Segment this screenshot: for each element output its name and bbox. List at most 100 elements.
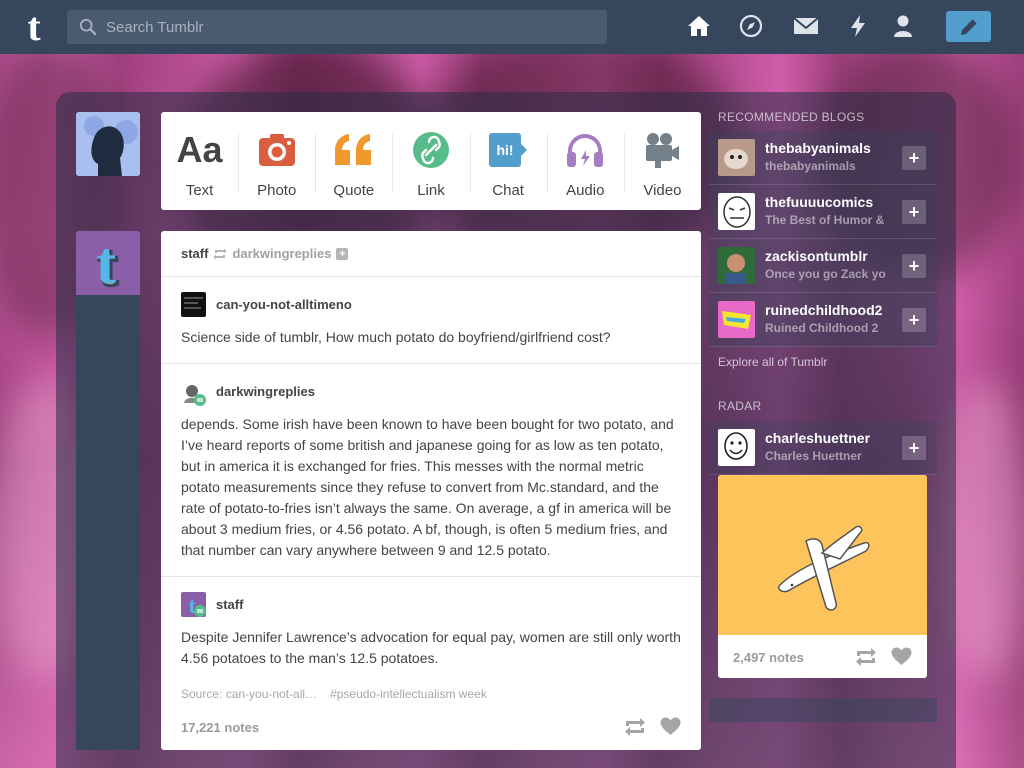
search-input[interactable] [106,18,586,36]
post-type-label: Quote [333,182,375,199]
staff-avatar-strip [76,295,140,750]
blog-avatar[interactable] [181,381,206,406]
post-type-link[interactable]: Link [392,112,469,210]
post-source-link[interactable]: Source: can-you-not-all… [181,687,317,701]
reblog-blog-name[interactable]: darkwingreplies [216,384,315,399]
reblog-blog-name[interactable]: staff [216,597,243,612]
chat-icon: hi! [489,133,528,167]
post-type-label: Audio [566,182,605,199]
follow-button[interactable]: + [902,254,926,278]
compose-button[interactable] [946,11,991,42]
post-card: staff darkwingreplies + can-you-not-allt… [161,231,701,750]
recommended-blog-item[interactable]: ruinedchildhood2 Ruined Childhood 2 + [709,293,937,347]
reblog-text: depends. Some irish have been known to h… [181,416,674,558]
reblog-text: Despite Jennifer Lawrence’s advocation f… [181,629,681,666]
post-type-label: Text [185,182,214,199]
recommended-blog-item[interactable]: thefuuuucomics The Best of Humor & + [709,185,937,239]
radar-post-image [718,475,927,635]
blog-subtitle: Ruined Childhood 2 [765,321,879,335]
reblog-icon[interactable] [624,717,646,737]
recommended-blogs-heading: RECOMMENDED BLOGS [718,110,865,124]
blog-avatar [718,301,755,338]
heart-icon[interactable] [891,647,912,666]
user-avatar[interactable] [76,112,140,176]
camera-icon [258,134,295,166]
video-camera-icon [646,133,680,168]
blog-subtitle: thebabyanimals [765,159,856,173]
explore-icon[interactable] [739,14,763,38]
radar-post-actions [855,647,912,667]
post-source-line: Source: can-you-not-all… #pseudo-intelle… [181,687,487,701]
follow-plus-icon[interactable]: + [336,247,349,260]
blog-name: thebabyanimals [765,140,871,156]
blog-avatar[interactable]: t [181,592,206,617]
pencil-icon [960,18,977,35]
messages-icon[interactable] [793,14,819,38]
blog-name: thefuuuucomics [765,194,874,210]
post-type-label: Chat [492,182,524,199]
post-type-chat[interactable]: hi! Chat [469,112,547,210]
post-header: staff darkwingreplies + [181,246,349,261]
silhouette-avatar-icon [76,112,140,176]
blog-avatar [718,139,755,176]
blog-name: charleshuettner [765,430,871,446]
post-type-label: Video [643,182,682,199]
follow-button[interactable]: + [902,436,926,460]
blog-name: ruinedchildhood2 [765,302,883,318]
blog-subtitle: Once you go Zack yo [765,267,886,281]
divider [161,276,701,277]
follow-button[interactable]: + [902,146,926,170]
top-bar: t [0,0,1024,54]
follow-button[interactable]: + [902,200,926,224]
staff-avatar[interactable]: t t [76,231,140,295]
heart-icon[interactable] [660,717,681,736]
reblog-small-icon [213,248,227,259]
tumblr-t-avatar-icon: t t [76,231,140,295]
post-actions [624,717,681,737]
activity-icon[interactable] [846,14,870,38]
reblog-blog-name[interactable]: can-you-not-alltimeno [216,297,352,312]
home-icon[interactable] [687,14,711,38]
blog-avatar [718,429,755,466]
post-type-photo[interactable]: Photo [238,112,315,210]
post-tag[interactable]: #pseudo-intellectualism week [330,687,487,701]
recommended-blog-item[interactable]: thebabyanimals thebabyanimals + [709,131,937,185]
divider [161,576,701,577]
recommended-blog-item[interactable]: zackisontumblr Once you go Zack yo + [709,239,937,293]
explore-link[interactable]: Explore all of Tumblr [718,355,827,369]
radar-post-card[interactable]: 2,497 notes [718,475,927,678]
reblog-icon[interactable] [855,647,877,667]
svg-text:t: t [96,231,116,295]
tumblr-logo[interactable]: t [18,7,50,47]
post-type-label: Link [417,182,445,199]
sidebar-bottom-bar [709,698,937,722]
blog-avatar [718,193,755,230]
follow-button[interactable]: + [902,308,926,332]
link-icon [412,132,449,168]
chat-glyph: hi! [497,142,514,158]
post-type-label: Photo [257,182,297,199]
post-type-text[interactable]: Aa Text [161,112,238,210]
radar-blog-item[interactable]: charleshuettner Charles Huettner + [709,421,937,475]
blog-subtitle: The Best of Humor & [765,213,885,227]
blog-avatar[interactable] [181,292,206,317]
radar-heading: RADAR [718,399,762,413]
text-glyph: Aa [176,129,223,170]
reblog-text: Science side of tumblr, How much potato … [181,329,611,345]
post-type-bar: Aa Text Photo Quote Link hi! Chat Audio … [161,112,701,210]
reblogged-from-link[interactable]: darkwingreplies [232,246,331,261]
blog-subtitle: Charles Huettner [765,449,862,463]
search-bar[interactable] [67,10,607,44]
headphones-icon [567,134,604,167]
blog-name: zackisontumblr [765,248,868,264]
divider [161,363,701,364]
text-icon: Aa [176,129,223,170]
post-type-video[interactable]: Video [623,112,701,210]
post-type-audio[interactable]: Audio [546,112,624,210]
post-author-link[interactable]: staff [181,246,208,261]
account-icon[interactable] [891,14,915,38]
post-notes-count[interactable]: 17,221 notes [181,720,259,735]
post-type-quote[interactable]: Quote [315,112,392,210]
quote-icon [334,134,371,165]
radar-notes-count[interactable]: 2,497 notes [733,650,804,665]
